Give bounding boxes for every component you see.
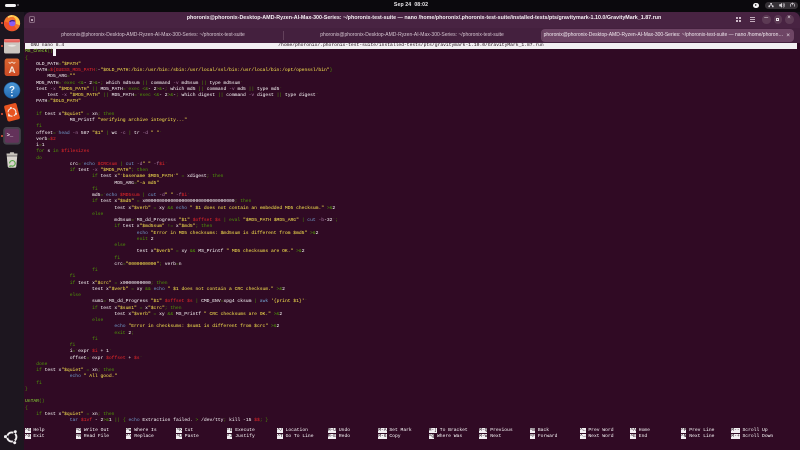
svg-text:?: ? [9, 85, 15, 96]
svg-text:A: A [9, 65, 16, 76]
svg-text:>_: >_ [7, 132, 14, 139]
